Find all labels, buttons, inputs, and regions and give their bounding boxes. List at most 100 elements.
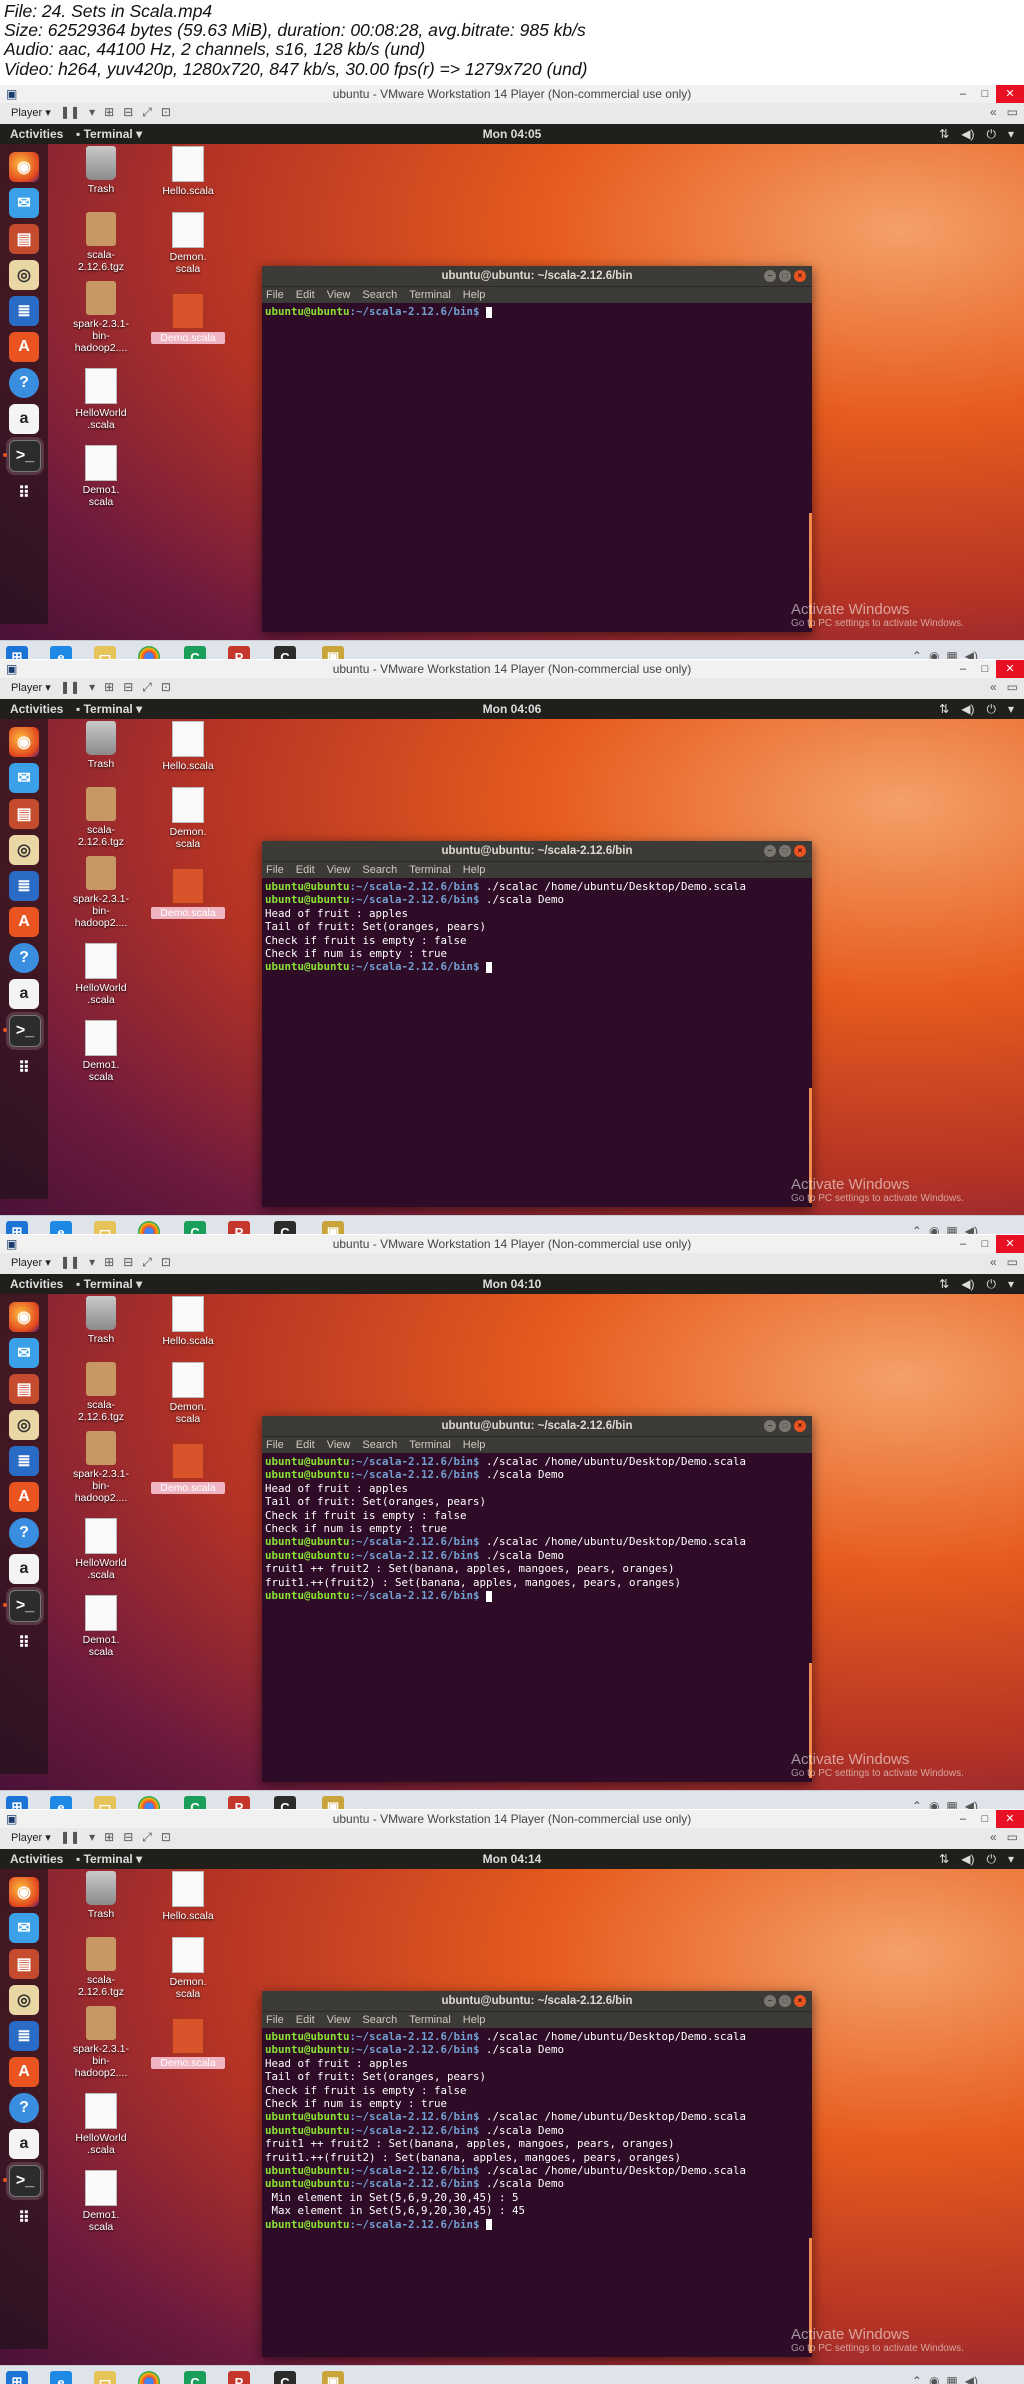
fullscreen-icon[interactable]: ⤢ [142, 680, 152, 695]
show-apps-icon[interactable]: ⠿ [9, 1053, 39, 1083]
maximize-icon[interactable]: □ [974, 660, 996, 678]
removable-devices-icon[interactable]: ⊟ [123, 105, 133, 120]
close-icon[interactable]: × [794, 845, 806, 857]
spark-desktop-icon[interactable]: spark-2.3.1- bin- hadoop2.... [64, 1431, 138, 1504]
ie-icon[interactable]: e [50, 1796, 72, 1809]
demo-scala-desktop-icon[interactable]: Demo.scala [151, 293, 225, 344]
trash-desktop-icon[interactable]: Trash [64, 1296, 138, 1345]
menu-view[interactable]: View [327, 2012, 351, 2028]
writer-icon[interactable]: ≣ [9, 2021, 39, 2051]
minimize-icon[interactable]: – [764, 1995, 776, 2007]
activities-button[interactable]: Activities [10, 1849, 63, 1869]
send-keys-icon[interactable]: ⊞ [104, 1255, 114, 1270]
powerpoint-icon[interactable]: P [228, 1221, 250, 1234]
help-icon[interactable]: ? [9, 368, 39, 398]
maximize-icon[interactable]: □ [779, 845, 791, 857]
demon-scala-desktop-icon[interactable]: Demon. scala [151, 1362, 225, 1425]
pause-icon[interactable]: ❚❚ [60, 1255, 80, 1270]
activities-button[interactable]: Activities [10, 124, 63, 144]
scala-tgz-desktop-icon[interactable]: scala- 2.12.6.tgz [64, 1362, 138, 1423]
show-apps-icon[interactable]: ⠿ [9, 1628, 39, 1658]
menu-view[interactable]: View [327, 1437, 351, 1453]
terminal-dock-icon[interactable]: >_ [9, 1590, 41, 1622]
folder-icon[interactable]: ▭ [1007, 1830, 1018, 1844]
back-arrow-icon[interactable]: « [990, 1830, 997, 1844]
system-tray[interactable]: ⇅ ◀) ⏻ ▾ [939, 124, 1014, 144]
app-menu[interactable]: ▪ Terminal ▾ [76, 1849, 142, 1869]
back-arrow-icon[interactable]: « [990, 105, 997, 119]
vmware-taskbar-icon[interactable]: ▣ [322, 1796, 344, 1809]
terminal-title-bar[interactable]: ubuntu@ubuntu: ~/scala-2.12.6/bin – □ × [262, 1416, 812, 1436]
player-menu[interactable]: Player ▾ [8, 1831, 54, 1844]
system-tray[interactable]: ⇅ ◀) ⏻ ▾ [939, 1849, 1014, 1869]
trash-desktop-icon[interactable]: Trash [64, 721, 138, 770]
clock[interactable]: Mon 04:10 [0, 1274, 1024, 1294]
powerpoint-icon[interactable]: P [228, 1796, 250, 1809]
maximize-icon[interactable]: □ [779, 1995, 791, 2007]
send-keys-icon[interactable]: ⊞ [104, 1830, 114, 1845]
amazon-icon[interactable]: a [9, 1554, 39, 1584]
menu-edit[interactable]: Edit [296, 862, 315, 878]
terminal-window[interactable]: ubuntu@ubuntu: ~/scala-2.12.6/bin – □ × … [262, 841, 812, 1207]
close-icon[interactable]: ✕ [996, 660, 1024, 678]
hello-scala-desktop-icon[interactable]: Hello.scala [151, 146, 225, 197]
trash-desktop-icon[interactable]: Trash [64, 146, 138, 195]
menu-search[interactable]: Search [362, 2012, 397, 2028]
thunderbird-icon[interactable]: ✉ [9, 1913, 39, 1943]
writer-icon[interactable]: ≣ [9, 296, 39, 326]
amazon-icon[interactable]: a [9, 404, 39, 434]
maximize-icon[interactable]: □ [779, 1420, 791, 1432]
file-explorer-icon[interactable]: ▭ [94, 646, 116, 659]
activities-button[interactable]: Activities [10, 699, 63, 719]
player-menu[interactable]: Player ▾ [8, 106, 54, 119]
windows-tray[interactable]: ⌃ ◉ ▦ ◀) [912, 2374, 978, 2384]
demo1-desktop-icon[interactable]: Demo1. scala [64, 445, 138, 508]
terminal-title-bar[interactable]: ubuntu@ubuntu: ~/scala-2.12.6/bin – □ × [262, 266, 812, 286]
vmware-taskbar-icon[interactable]: ▣ [322, 646, 344, 659]
camtasia-recorder-icon[interactable]: C [274, 2371, 296, 2384]
ie-icon[interactable]: e [50, 646, 72, 659]
rhythmbox-icon[interactable]: ◎ [9, 1985, 39, 2015]
terminal-title-bar[interactable]: ubuntu@ubuntu: ~/scala-2.12.6/bin – □ × [262, 841, 812, 861]
minimize-icon[interactable]: – [764, 1420, 776, 1432]
terminal-window[interactable]: ubuntu@ubuntu: ~/scala-2.12.6/bin – □ × … [262, 266, 812, 632]
demo-scala-desktop-icon[interactable]: Demo.scala [151, 868, 225, 919]
back-arrow-icon[interactable]: « [990, 1255, 997, 1269]
maximize-icon[interactable]: □ [974, 1235, 996, 1253]
camtasia-icon[interactable]: C [184, 1796, 206, 1809]
scala-tgz-desktop-icon[interactable]: scala- 2.12.6.tgz [64, 1937, 138, 1998]
amazon-icon[interactable]: a [9, 979, 39, 1009]
maximize-icon[interactable]: □ [974, 1810, 996, 1828]
close-icon[interactable]: × [794, 270, 806, 282]
writer-icon[interactable]: ≣ [9, 1446, 39, 1476]
show-apps-icon[interactable]: ⠿ [9, 478, 39, 508]
ie-icon[interactable]: e [50, 1221, 72, 1234]
show-apps-icon[interactable]: ⠿ [9, 2203, 39, 2233]
pause-icon[interactable]: ❚❚ [60, 1830, 80, 1845]
menu-help[interactable]: Help [463, 1437, 486, 1453]
file-explorer-icon[interactable]: ▭ [94, 2371, 116, 2384]
helloworld-desktop-icon[interactable]: HelloWorld .scala [64, 943, 138, 1006]
scala-tgz-desktop-icon[interactable]: scala- 2.12.6.tgz [64, 212, 138, 273]
terminal-output[interactable]: ubuntu@ubuntu:~/scala-2.12.6/bin$ [262, 303, 812, 320]
camtasia-recorder-icon[interactable]: C [274, 1796, 296, 1809]
clock[interactable]: Mon 04:14 [0, 1849, 1024, 1869]
demo1-desktop-icon[interactable]: Demo1. scala [64, 2170, 138, 2233]
clock[interactable]: Mon 04:06 [0, 699, 1024, 719]
player-menu[interactable]: Player ▾ [8, 681, 54, 694]
menu-help[interactable]: Help [463, 862, 486, 878]
software-center-icon[interactable]: A [9, 907, 39, 937]
vmware-taskbar-icon[interactable]: ▣ [322, 2371, 344, 2384]
fullscreen-icon[interactable]: ⤢ [142, 105, 152, 120]
help-icon[interactable]: ? [9, 1518, 39, 1548]
menu-terminal[interactable]: Terminal [409, 862, 451, 878]
firefox-icon[interactable]: ◉ [9, 1302, 39, 1332]
hello-scala-desktop-icon[interactable]: Hello.scala [151, 721, 225, 772]
pause-icon[interactable]: ❚❚ [60, 680, 80, 695]
terminal-window[interactable]: ubuntu@ubuntu: ~/scala-2.12.6/bin – □ × … [262, 1991, 812, 2357]
activities-button[interactable]: Activities [10, 1274, 63, 1294]
terminal-dock-icon[interactable]: >_ [9, 1015, 41, 1047]
back-arrow-icon[interactable]: « [990, 680, 997, 694]
dropdown-icon[interactable]: ▾ [89, 680, 95, 695]
menu-file[interactable]: File [266, 862, 284, 878]
